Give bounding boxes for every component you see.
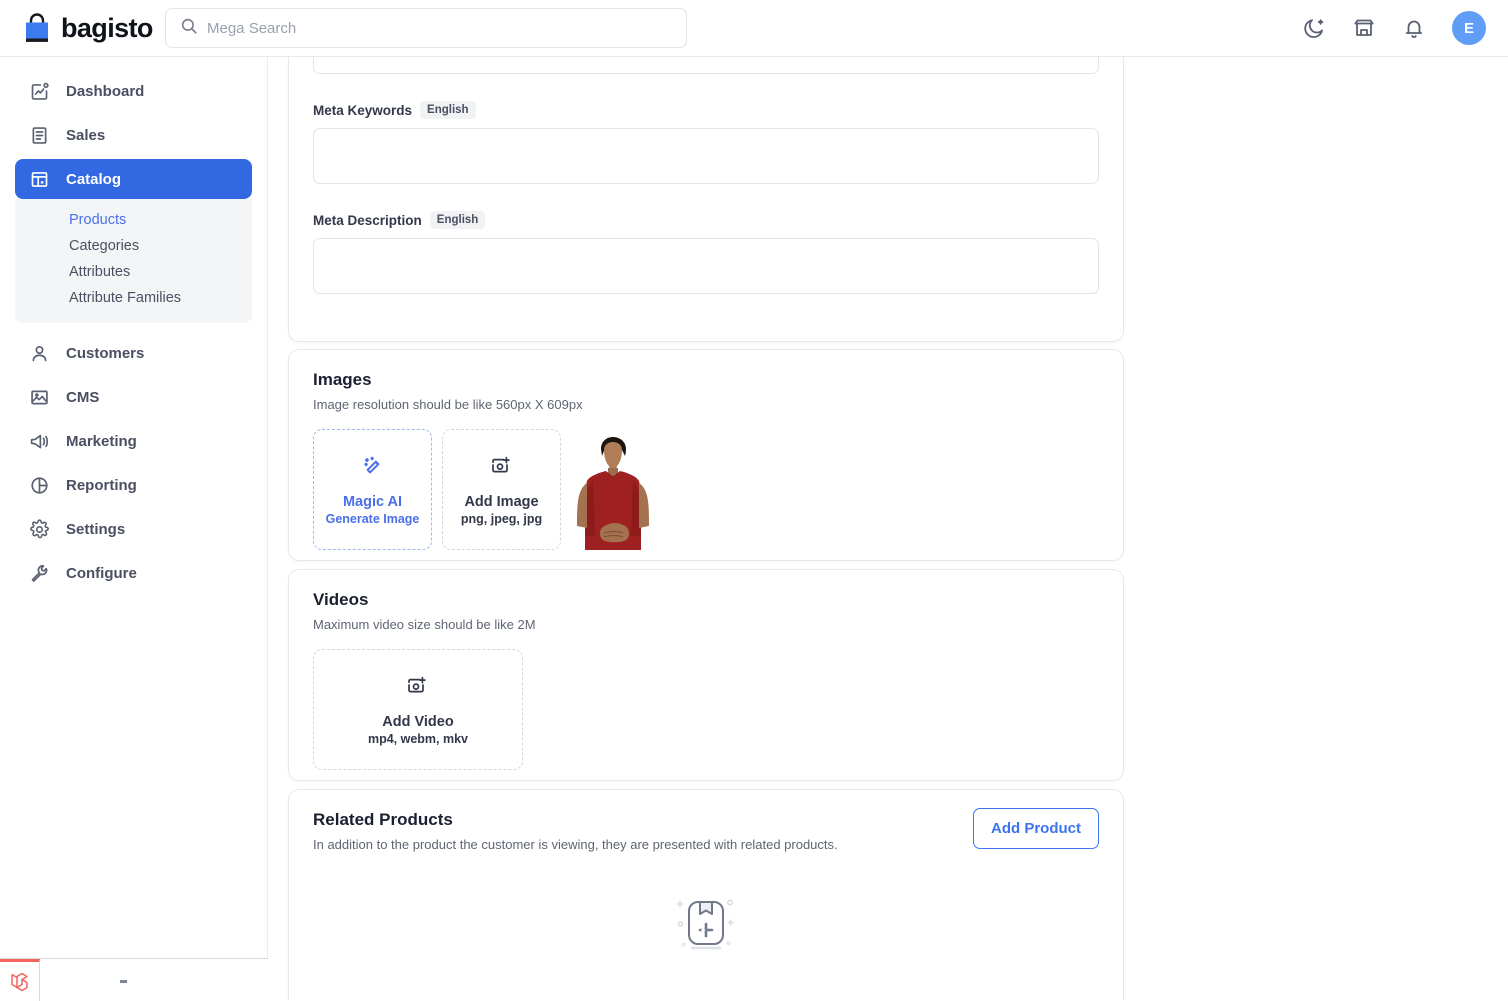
meta-keywords-input[interactable] <box>313 128 1099 184</box>
main-content: Meta Keywords English Meta Description E… <box>268 57 1508 1000</box>
cms-icon <box>29 387 50 408</box>
add-video-title: Add Video <box>382 714 453 730</box>
sidebar-item-sales[interactable]: Sales <box>15 115 252 155</box>
debugbar-handle[interactable] <box>120 980 127 983</box>
sidebar: Dashboard Sales Catalog Products Categor… <box>0 57 268 1000</box>
camera-plus-icon <box>489 454 515 485</box>
sidebar-item-label: Configure <box>66 565 137 582</box>
wrench-icon <box>29 563 50 584</box>
sidebar-item-label: CMS <box>66 389 99 406</box>
videos-card: Videos Maximum video size should be like… <box>288 569 1124 781</box>
search-icon <box>180 17 198 40</box>
mega-search[interactable] <box>165 8 687 48</box>
sidebar-item-label: Dashboard <box>66 83 144 100</box>
store-icon[interactable] <box>1352 16 1376 40</box>
related-products-card: Related Products In addition to the prod… <box>288 789 1124 1000</box>
brand-name: bagisto <box>61 13 153 44</box>
reporting-icon <box>29 475 50 496</box>
camera-plus-icon <box>405 674 431 705</box>
dashboard-icon <box>29 81 50 102</box>
sidebar-item-label: Reporting <box>66 477 137 494</box>
meta-description-input[interactable] <box>313 238 1099 294</box>
marketing-icon <box>29 431 50 452</box>
sidebar-item-cms[interactable]: CMS <box>15 377 252 417</box>
images-subtitle: Image resolution should be like 560px X … <box>313 397 1099 412</box>
sidebar-item-label: Catalog <box>66 171 121 188</box>
app-header: bagisto E <box>0 0 1508 57</box>
add-product-button[interactable]: Add Product <box>973 808 1099 849</box>
magic-wand-icon <box>360 454 386 485</box>
sidebar-item-label: Sales <box>66 127 105 144</box>
images-title: Images <box>313 370 1099 390</box>
add-video-subtitle: mp4, webm, mkv <box>368 732 468 746</box>
sidebar-item-customers[interactable]: Customers <box>15 333 252 373</box>
magic-ai-subtitle: Generate Image <box>326 512 420 526</box>
sidebar-item-configure[interactable]: Configure <box>15 553 252 593</box>
shopping-bag-icon <box>22 12 52 44</box>
brand-logo[interactable]: bagisto <box>0 12 148 44</box>
catalog-icon <box>29 169 50 190</box>
sidebar-item-reporting[interactable]: Reporting <box>15 465 252 505</box>
add-video-tile[interactable]: Add Video mp4, webm, mkv <box>313 649 523 770</box>
sidebar-item-catalog[interactable]: Catalog <box>15 159 252 199</box>
dark-mode-icon[interactable] <box>1302 16 1326 40</box>
sidebar-item-marketing[interactable]: Marketing <box>15 421 252 461</box>
empty-package-plus-icon <box>667 886 745 969</box>
magic-ai-title: Magic AI <box>343 494 402 510</box>
product-image-thumbnail[interactable] <box>571 429 655 550</box>
images-card: Images Image resolution should be like 5… <box>288 349 1124 561</box>
seo-top-textarea[interactable] <box>313 57 1099 74</box>
sidebar-item-label: Marketing <box>66 433 137 450</box>
seo-card: Meta Keywords English Meta Description E… <box>288 57 1124 342</box>
catalog-submenu: Products Categories Attributes Attribute… <box>15 199 252 323</box>
meta-keywords-label: Meta Keywords English <box>313 101 1099 119</box>
laravel-icon[interactable] <box>0 959 40 1001</box>
bell-icon[interactable] <box>1402 16 1426 40</box>
gear-icon <box>29 519 50 540</box>
header-actions: E <box>1302 11 1508 45</box>
magic-ai-generate-image-tile[interactable]: Magic AI Generate Image <box>313 429 432 550</box>
search-input[interactable] <box>207 9 672 47</box>
sales-icon <box>29 125 50 146</box>
customers-icon <box>29 343 50 364</box>
meta-description-label: Meta Description English <box>313 211 1099 229</box>
sidebar-item-categories[interactable]: Categories <box>15 233 252 259</box>
videos-title: Videos <box>313 590 1099 610</box>
add-image-subtitle: png, jpeg, jpg <box>461 512 542 526</box>
laravel-debugbar[interactable] <box>0 958 268 1000</box>
sidebar-item-dashboard[interactable]: Dashboard <box>15 71 252 111</box>
videos-subtitle: Maximum video size should be like 2M <box>313 617 1099 632</box>
locale-badge: English <box>430 211 486 229</box>
locale-badge: English <box>420 101 476 119</box>
sidebar-item-label: Settings <box>66 521 125 538</box>
add-image-tile[interactable]: Add Image png, jpeg, jpg <box>442 429 561 550</box>
add-image-title: Add Image <box>464 494 538 510</box>
sidebar-item-attribute-families[interactable]: Attribute Families <box>15 285 252 311</box>
sidebar-item-settings[interactable]: Settings <box>15 509 252 549</box>
sidebar-item-attributes[interactable]: Attributes <box>15 259 252 285</box>
sidebar-item-label: Customers <box>66 345 144 362</box>
avatar[interactable]: E <box>1452 11 1486 45</box>
related-products-empty-state <box>289 886 1123 969</box>
sidebar-item-products[interactable]: Products <box>15 207 252 233</box>
